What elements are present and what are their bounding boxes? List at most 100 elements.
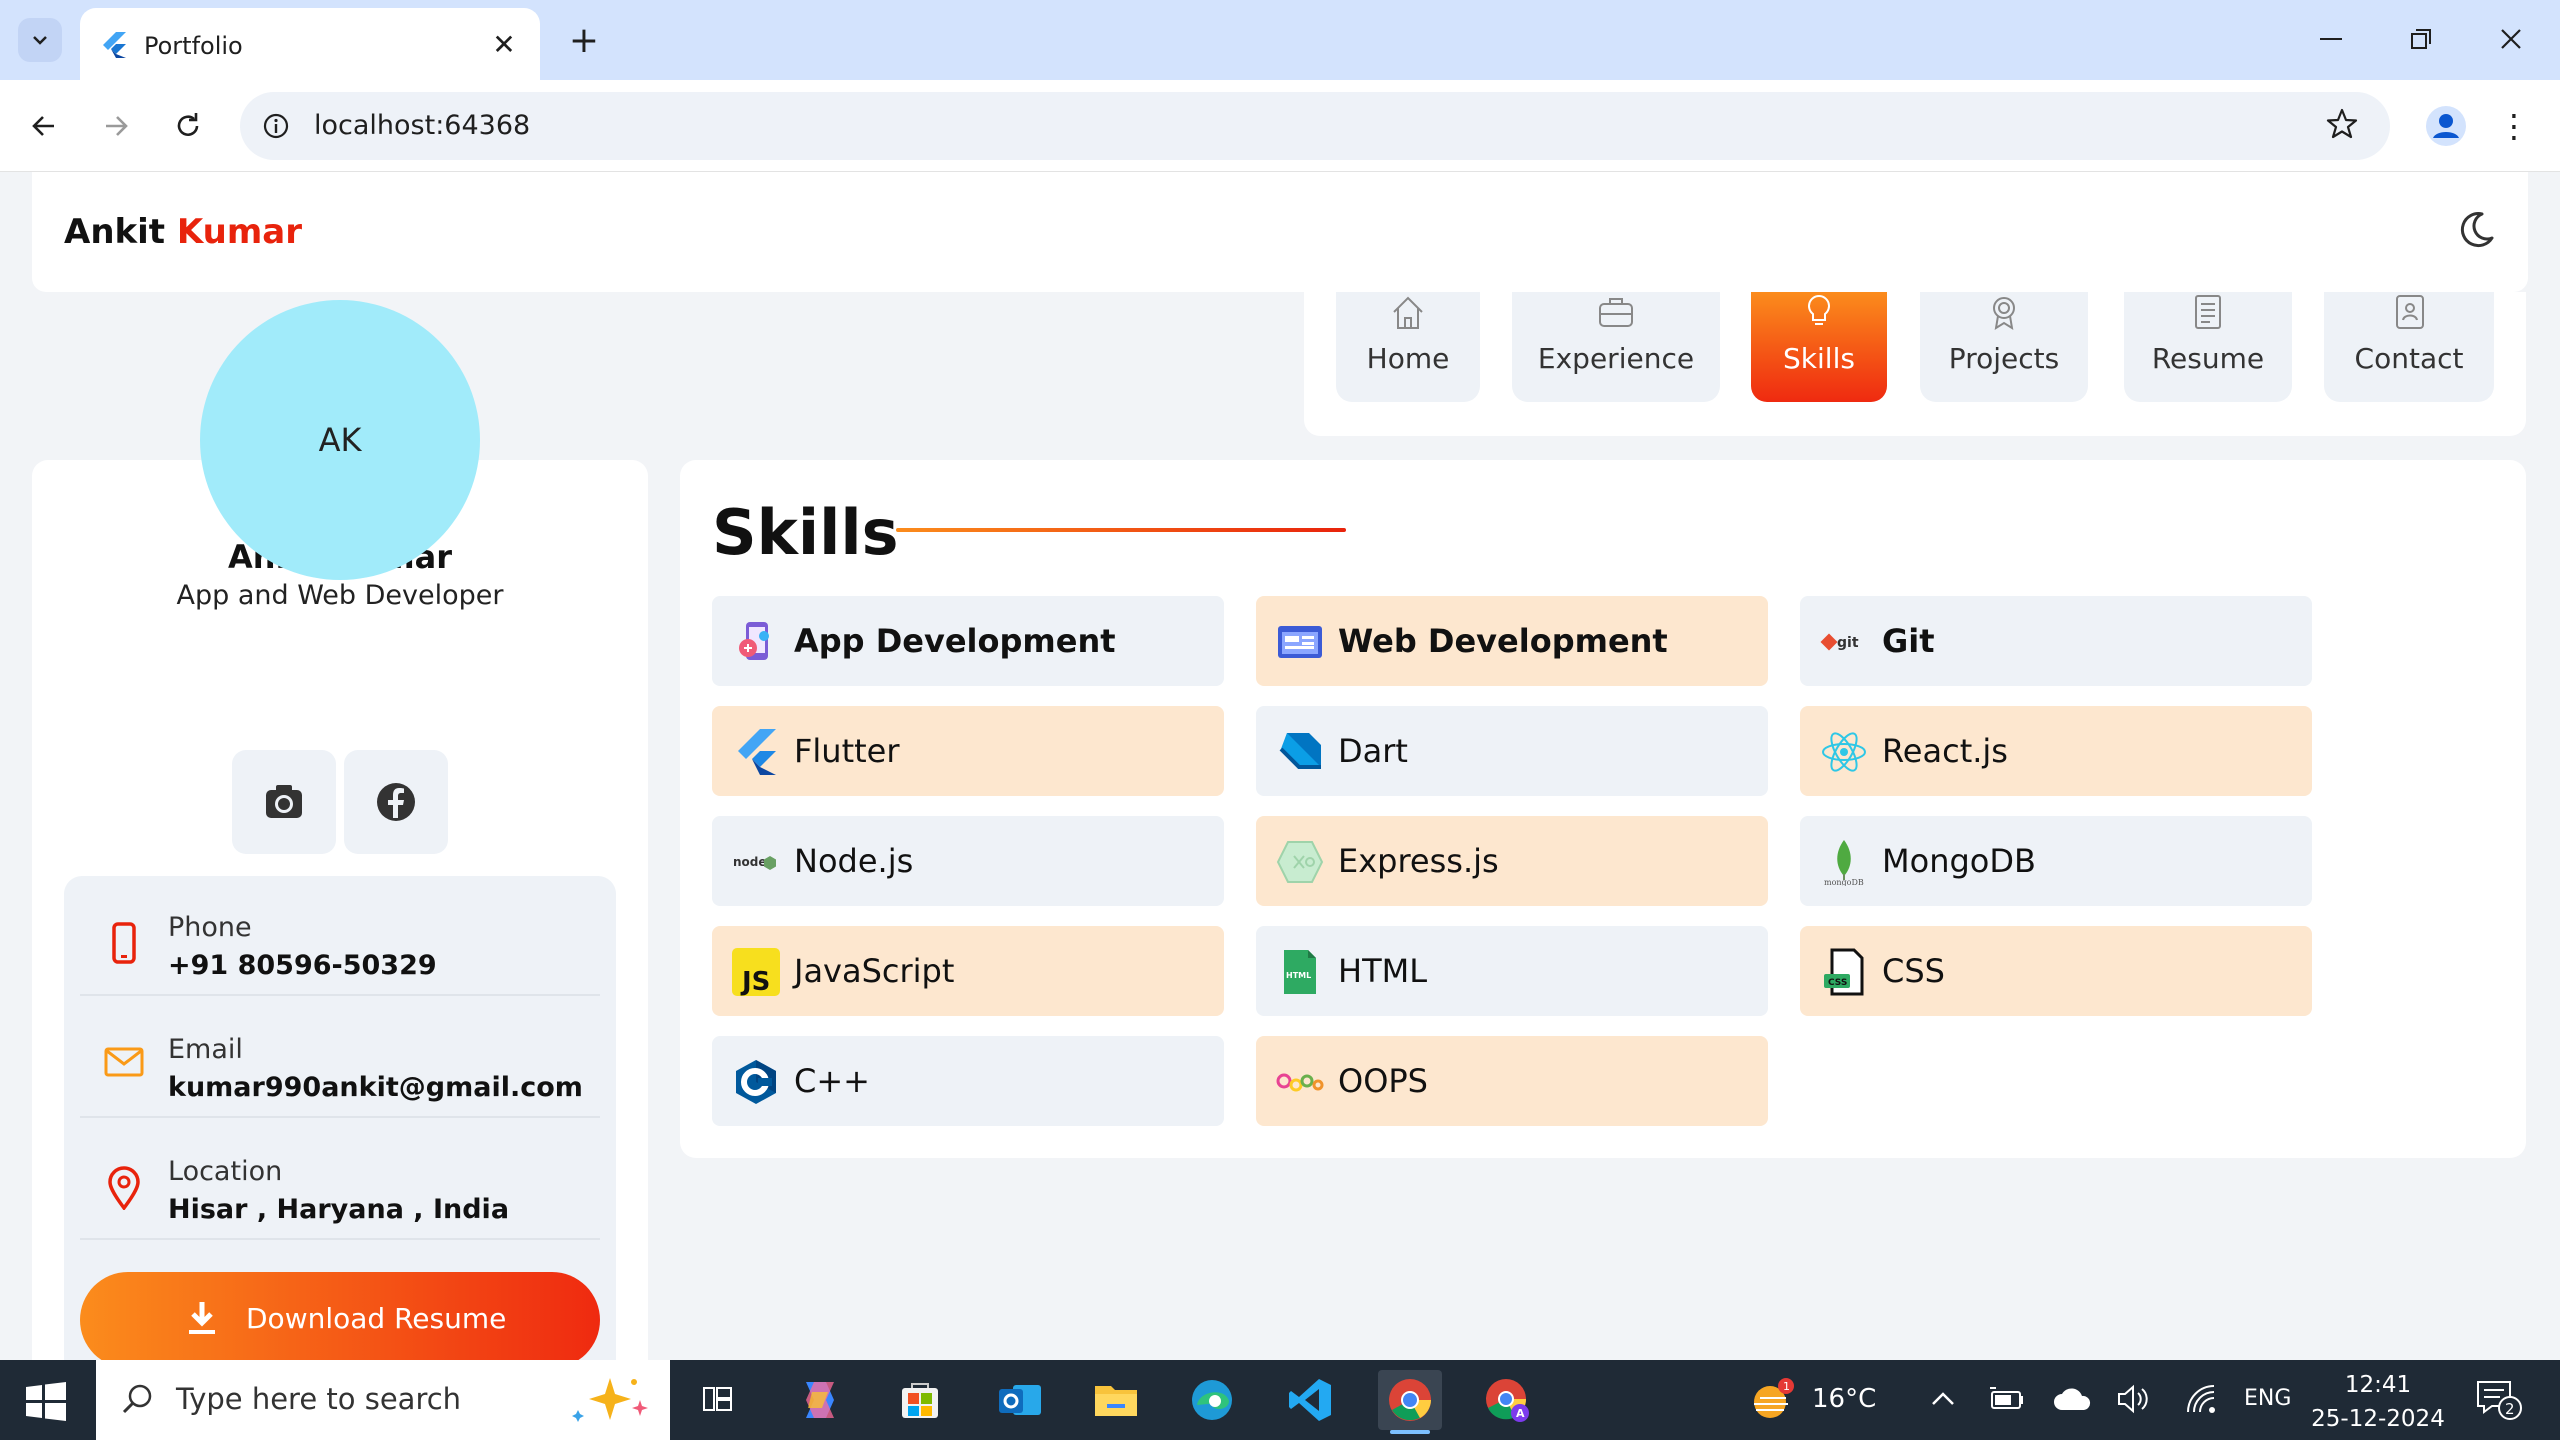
back-button[interactable] — [20, 102, 68, 150]
dart-icon — [1276, 728, 1324, 776]
download-resume-button[interactable]: Download Resume — [80, 1272, 600, 1360]
skills-section: Skills App Development Web Development g… — [680, 460, 2526, 1158]
volume-button[interactable] — [2116, 1384, 2152, 1420]
svg-text:1: 1 — [1783, 1380, 1790, 1393]
nav-skills[interactable]: Skills — [1751, 292, 1887, 402]
battery-button[interactable] — [1988, 1384, 2028, 1420]
dark-mode-moon-icon[interactable] — [2454, 208, 2498, 252]
skill-html: HTML HTML — [1256, 926, 1768, 1016]
nav-projects[interactable]: Projects — [1920, 292, 2088, 402]
facebook-button[interactable] — [344, 750, 448, 854]
site-info-icon[interactable] — [258, 108, 294, 144]
nav-home[interactable]: Home — [1336, 292, 1480, 402]
task-view-button[interactable] — [688, 1370, 752, 1430]
chrome-app-button[interactable] — [1378, 1370, 1442, 1434]
windows-start-icon[interactable] — [22, 1380, 70, 1424]
skill-label: JavaScript — [794, 952, 955, 990]
flutter-favicon-icon — [103, 32, 126, 58]
brand-first-name: Ankit — [64, 212, 177, 252]
clock-time: 12:41 — [2344, 1372, 2412, 1398]
nav-label: Home — [1366, 342, 1450, 375]
download-icon — [189, 1302, 215, 1334]
weather-widget[interactable]: 1 — [1748, 1374, 1800, 1430]
instagram-button[interactable] — [232, 750, 336, 854]
skill-css: CSS CSS — [1800, 926, 2312, 1016]
contact-label: Phone — [168, 912, 252, 943]
battery-charging-icon — [1990, 1387, 2023, 1409]
contact-value[interactable]: kumar990ankit@gmail.com — [168, 1072, 583, 1103]
notification-icon: 2 — [2477, 1381, 2522, 1420]
contact-label: Email — [168, 1034, 243, 1065]
nodejs-icon: node — [732, 838, 780, 886]
microsoft-store-icon — [902, 1383, 938, 1418]
skill-label: Express.js — [1338, 842, 1499, 880]
nav-contact[interactable]: Contact — [2324, 292, 2494, 402]
app-development-icon — [732, 618, 780, 666]
close-tab-icon[interactable]: ✕ — [486, 26, 522, 62]
language-indicator[interactable]: ENG — [2244, 1386, 2291, 1411]
profile-role: App and Web Developer — [176, 580, 504, 611]
skill-label: C++ — [794, 1062, 870, 1100]
contact-value[interactable]: Hisar , Haryana , India — [168, 1194, 509, 1225]
url-text[interactable]: localhost:64368 — [314, 110, 530, 141]
bookmark-star-icon[interactable] — [2324, 106, 2360, 142]
skill-dart: Dart — [1256, 706, 1768, 796]
brand-last-name: Kumar — [176, 212, 302, 252]
instagram-icon — [266, 785, 302, 818]
forward-button[interactable] — [92, 102, 140, 150]
minimize-button[interactable] — [2296, 14, 2366, 64]
reload-icon — [177, 113, 199, 136]
phone-icon — [112, 922, 136, 964]
brand-logo[interactable]: Ankit Kumar — [64, 212, 302, 252]
active-app-indicator — [1390, 1430, 1430, 1434]
skill-cpp: C++ — [712, 1036, 1224, 1126]
close-window-button[interactable] — [2476, 14, 2546, 64]
network-button[interactable] — [2184, 1384, 2218, 1420]
reload-button[interactable] — [164, 102, 212, 150]
nav-resume[interactable]: Resume — [2124, 292, 2292, 402]
weather-temperature[interactable]: 16°C — [1812, 1384, 1876, 1414]
nav-label: Projects — [1948, 342, 2060, 375]
flutter-icon — [732, 728, 780, 776]
restore-button[interactable] — [2386, 14, 2456, 64]
profile-avatar-icon[interactable] — [2422, 102, 2470, 150]
css-file-icon: CSS — [1820, 948, 1868, 996]
svg-text:A: A — [1516, 1407, 1525, 1420]
browser-tab-strip: Portfolio ✕ + — [0, 0, 2560, 80]
nav-experience[interactable]: Experience — [1512, 292, 1720, 402]
file-explorer-button[interactable] — [1084, 1370, 1148, 1430]
show-hidden-icons-button[interactable] — [1928, 1384, 1958, 1420]
microsoft-store-button[interactable] — [888, 1370, 952, 1430]
javascript-icon: JS — [732, 948, 780, 996]
contact-label: Location — [168, 1156, 283, 1187]
weather-sun-icon: 1 — [1754, 1378, 1794, 1418]
skill-flutter: Flutter — [712, 706, 1224, 796]
new-tab-button[interactable]: + — [562, 18, 606, 62]
vscode-app-button[interactable] — [1278, 1370, 1342, 1430]
copilot-app-button[interactable] — [788, 1370, 852, 1430]
tab-search-button[interactable] — [18, 18, 62, 62]
taskbar-search-box[interactable]: Type here to search — [96, 1360, 670, 1440]
skill-label: React.js — [1882, 732, 2008, 770]
chevron-up-icon — [1932, 1392, 1954, 1405]
notification-center-button[interactable]: 2 — [2474, 1378, 2524, 1428]
skill-nodejs: node Node.js — [712, 816, 1224, 906]
mongodb-icon: mongoDB — [1820, 838, 1868, 886]
edge-app-button[interactable] — [1180, 1370, 1244, 1430]
address-bar[interactable]: localhost:64368 — [240, 92, 2390, 160]
taskbar-clock[interactable]: 12:41 25-12-2024 — [2308, 1368, 2448, 1436]
onedrive-button[interactable] — [2052, 1386, 2092, 1418]
web-development-icon — [1276, 618, 1324, 666]
outlook-app-button[interactable] — [988, 1370, 1052, 1430]
browser-menu-icon[interactable]: ⋮ — [2494, 102, 2534, 150]
svg-text:CSS: CSS — [1828, 978, 1847, 988]
clock-date: 25-12-2024 — [2311, 1406, 2445, 1432]
contact-value[interactable]: +91 80596-50329 — [168, 950, 437, 981]
skill-expressjs: Express.js — [1256, 816, 1768, 906]
browser-tab-portfolio[interactable]: Portfolio ✕ — [80, 8, 540, 80]
download-label: Download Resume — [246, 1302, 507, 1335]
nav-label: Experience — [1537, 342, 1695, 375]
skill-javascript: JS JavaScript — [712, 926, 1224, 1016]
chrome-icon — [1389, 1379, 1431, 1421]
chrome-profile-app-button[interactable]: A — [1476, 1370, 1540, 1430]
